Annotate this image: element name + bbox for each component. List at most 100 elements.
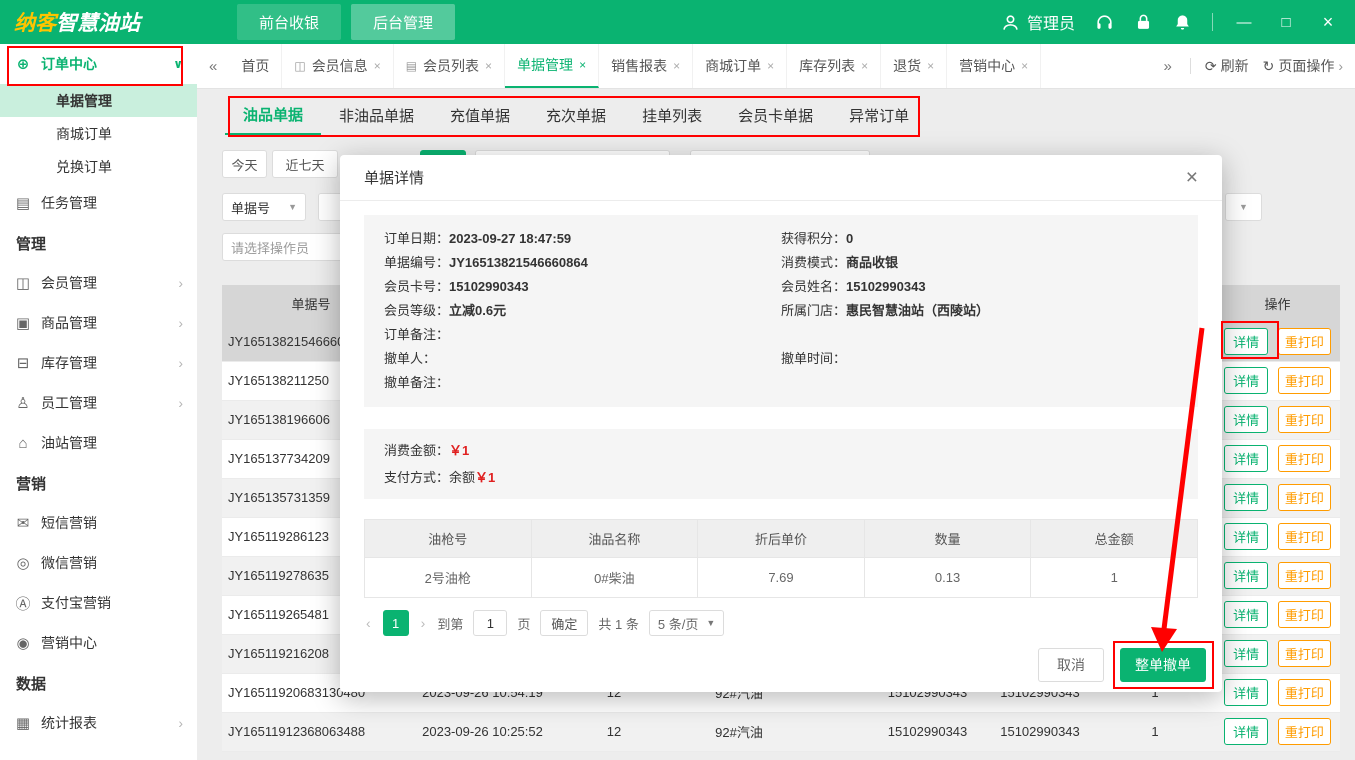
tab-close-icon[interactable]: ×: [1021, 59, 1028, 73]
headset-icon[interactable]: [1095, 13, 1114, 32]
filter-right-select[interactable]: ▼: [1225, 193, 1262, 221]
subtab[interactable]: 油品单据: [225, 96, 321, 135]
reprint-button[interactable]: 重打印: [1278, 601, 1331, 628]
filter-today-button[interactable]: 今天: [222, 150, 267, 178]
filter-doc-no-select[interactable]: 单据号 ▼: [222, 193, 306, 221]
tab-member-info[interactable]: ◫ 会员信息 ×: [282, 44, 393, 88]
sidebar-item-mall-orders[interactable]: 商城订单: [0, 117, 197, 150]
pager-goto-input[interactable]: [473, 610, 507, 636]
tab-close-icon[interactable]: ×: [927, 59, 934, 73]
pager-per-page-select[interactable]: 5 条/页 ▼: [649, 610, 724, 636]
nav-front-cashier[interactable]: 前台收银: [237, 4, 341, 40]
pager-current-page[interactable]: 1: [383, 610, 409, 636]
detail-button[interactable]: 详情: [1224, 640, 1268, 667]
sidebar-item-marketing-center[interactable]: ◉ 营销中心: [0, 623, 197, 663]
pager-next-icon[interactable]: ›: [419, 615, 428, 631]
bell-icon[interactable]: [1173, 13, 1192, 32]
tab-close-icon[interactable]: ×: [485, 59, 492, 73]
pager-prev-icon[interactable]: ‹: [364, 615, 373, 631]
tabs-scroll-right[interactable]: »: [1160, 58, 1176, 75]
tab-close-icon[interactable]: ×: [767, 59, 774, 73]
maximize-button[interactable]: □: [1275, 14, 1297, 31]
reprint-button[interactable]: 重打印: [1278, 445, 1331, 472]
sidebar-item-alipay-marketing[interactable]: Ⓐ 支付宝营销: [0, 583, 197, 623]
cell-actions: 详情 重打印: [1215, 634, 1340, 673]
user-menu[interactable]: 管理员: [1001, 10, 1075, 34]
reprint-button[interactable]: 重打印: [1278, 406, 1331, 433]
tab-inventory-list[interactable]: 库存列表 ×: [787, 44, 881, 88]
cancel-entire-order-button[interactable]: 整单撤单: [1120, 648, 1206, 682]
tab-home[interactable]: 首页: [229, 44, 282, 88]
close-button[interactable]: ×: [1317, 12, 1339, 33]
order-items-table: 油枪号 油品名称 折后单价 数量 总金额 2号油枪 0#柴油 7.69 0.13…: [364, 519, 1198, 598]
tab-returns[interactable]: 退货 ×: [881, 44, 947, 88]
detail-button[interactable]: 详情: [1224, 328, 1268, 355]
reprint-button[interactable]: 重打印: [1278, 523, 1331, 550]
refresh-button[interactable]: ⟳ 刷新: [1205, 56, 1249, 76]
subtab[interactable]: 会员卡单据: [720, 96, 831, 135]
cancel-button[interactable]: 取消: [1038, 648, 1104, 682]
tab-close-icon[interactable]: ×: [374, 59, 381, 73]
sidebar-item-label: 油站管理: [41, 433, 97, 453]
pager-confirm-button[interactable]: 确定: [540, 610, 588, 636]
detail-button[interactable]: 详情: [1224, 562, 1268, 589]
reprint-button[interactable]: 重打印: [1278, 640, 1331, 667]
subtab[interactable]: 异常订单: [831, 96, 927, 135]
tab-mall-orders[interactable]: 商城订单 ×: [693, 44, 787, 88]
sidebar-item-product-management[interactable]: ▣ 商品管理 ›: [0, 303, 197, 343]
subtab[interactable]: 挂单列表: [624, 96, 720, 135]
sidebar-item-statistics-report[interactable]: ▦ 统计报表 ›: [0, 703, 197, 743]
detail-button[interactable]: 详情: [1224, 367, 1268, 394]
subtab[interactable]: 非油品单据: [321, 96, 432, 135]
tab-close-icon[interactable]: ×: [861, 59, 868, 73]
reprint-button[interactable]: 重打印: [1278, 718, 1331, 745]
sidebar-item-task-management[interactable]: ▤ 任务管理: [0, 183, 197, 223]
sidebar-item-station-management[interactable]: ⌂ 油站管理: [0, 423, 197, 463]
nav-backend-admin[interactable]: 后台管理: [351, 4, 455, 40]
detail-button[interactable]: 详情: [1224, 601, 1268, 628]
sidebar-item-member-management[interactable]: ◫ 会员管理 ›: [0, 263, 197, 303]
reprint-button[interactable]: 重打印: [1278, 484, 1331, 511]
detail-button[interactable]: 详情: [1224, 445, 1268, 472]
order-detail-modal: 单据详情 × 订单日期： 2023-09-27 18:47:59 单据编号： J…: [340, 155, 1222, 692]
window-separator: [1212, 13, 1213, 31]
sidebar-item-doc-management[interactable]: 单据管理: [0, 84, 197, 117]
detail-button[interactable]: 详情: [1224, 406, 1268, 433]
sidebar-item-staff-management[interactable]: ♙ 员工管理 ›: [0, 383, 197, 423]
field-label: 订单备注：: [384, 323, 449, 347]
minimize-button[interactable]: —: [1233, 14, 1255, 31]
reprint-button[interactable]: 重打印: [1278, 367, 1331, 394]
tab-close-icon[interactable]: ×: [673, 59, 680, 73]
detail-button[interactable]: 详情: [1224, 523, 1268, 550]
tab-close-icon[interactable]: ×: [579, 58, 586, 72]
sidebar-item-exchange-orders[interactable]: 兑换订单: [0, 150, 197, 183]
arrow-right-icon: ›: [178, 315, 183, 331]
page-operations-button[interactable]: ↻ 页面操作 ›: [1263, 56, 1343, 76]
subtab[interactable]: 充值单据: [432, 96, 528, 135]
lock-icon[interactable]: [1134, 13, 1153, 32]
modal-footer: 取消 整单撤单: [1038, 648, 1206, 682]
sidebar-item-wechat-marketing[interactable]: ◎ 微信营销: [0, 543, 197, 583]
field-label: 撤单时间：: [781, 347, 846, 371]
field-label: 撤单备注：: [384, 371, 449, 395]
subtab[interactable]: 充次单据: [528, 96, 624, 135]
detail-button[interactable]: 详情: [1224, 484, 1268, 511]
sidebar-item-inventory-management[interactable]: ⊟ 库存管理 ›: [0, 343, 197, 383]
sidebar-item-sms-marketing[interactable]: ✉ 短信营销: [0, 503, 197, 543]
detail-button[interactable]: 详情: [1224, 718, 1268, 745]
sidebar-item-order-center[interactable]: ⊕ 订单中心 ∨: [0, 44, 197, 84]
reprint-button[interactable]: 重打印: [1278, 679, 1331, 706]
sidebar-section-data: 数据: [0, 663, 197, 703]
tabs-scroll-left[interactable]: «: [197, 44, 229, 88]
table-row[interactable]: JY16511912368063488 2023-09-26 10:25:52 …: [222, 712, 1340, 751]
modal-close-icon[interactable]: ×: [1186, 167, 1198, 188]
filter-last7-button[interactable]: 近七天: [272, 150, 338, 178]
cell-actions: 详情 重打印: [1215, 556, 1340, 595]
detail-button[interactable]: 详情: [1224, 679, 1268, 706]
reprint-button[interactable]: 重打印: [1278, 328, 1331, 355]
tab-marketing-center[interactable]: 营销中心 ×: [947, 44, 1041, 88]
tab-doc-management[interactable]: 单据管理 ×: [505, 44, 599, 88]
reprint-button[interactable]: 重打印: [1278, 562, 1331, 589]
tab-member-list[interactable]: ▤ 会员列表 ×: [394, 44, 505, 88]
tab-sales-report[interactable]: 销售报表 ×: [599, 44, 693, 88]
